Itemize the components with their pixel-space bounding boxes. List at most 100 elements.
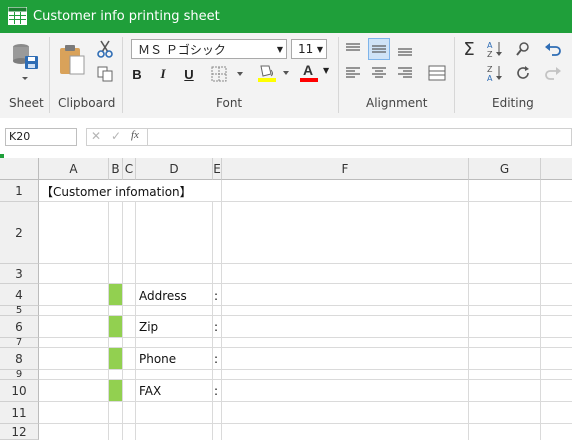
column-header-empty[interactable]	[541, 158, 572, 180]
group-label-alignment: Alignment	[366, 96, 428, 110]
group-label-editing: Editing	[492, 96, 534, 110]
column-header-g[interactable]: G	[469, 158, 541, 180]
font-name-value: ＭＳ Ｐゴシック	[138, 42, 226, 57]
gridline	[39, 401, 572, 402]
group-label-sheet: Sheet	[9, 96, 44, 110]
sigma-icon: Σ	[463, 38, 475, 60]
cell-d6[interactable]: Zip	[139, 320, 158, 334]
row-header-2[interactable]: 2	[0, 202, 39, 264]
find-button[interactable]	[512, 38, 534, 60]
row-header-8[interactable]: 8	[0, 348, 39, 370]
align-center-button[interactable]	[368, 62, 390, 84]
gridline	[212, 202, 213, 440]
spreadsheet-app-icon	[8, 7, 27, 25]
column-header-a[interactable]: A	[39, 158, 109, 180]
sort-descending-icon: Z A	[487, 65, 502, 82]
cell-e10[interactable]: :	[214, 384, 218, 398]
group-divider	[454, 37, 455, 113]
column-header-c[interactable]: C	[123, 158, 136, 180]
merge-cells-button[interactable]	[425, 62, 449, 84]
cell-a1[interactable]: 【Customer infomation】	[41, 183, 192, 200]
font-size-value: 11	[298, 42, 314, 56]
sort-ascending-button[interactable]: A Z	[484, 38, 506, 60]
row-header-10[interactable]: 10	[0, 380, 39, 402]
underline-label: U	[184, 66, 194, 82]
sort-descending-button[interactable]: Z A	[484, 62, 506, 84]
fill-color-button[interactable]	[254, 61, 292, 85]
cell-e6[interactable]: :	[214, 320, 218, 334]
autosum-button[interactable]: Σ	[458, 38, 480, 60]
underline-button[interactable]: U	[180, 64, 198, 84]
font-name-select[interactable]: ＭＳ Ｐゴシック ▼	[131, 39, 287, 59]
font-color-button[interactable]: A ▼	[296, 61, 334, 85]
row-header-6[interactable]: 6	[0, 316, 39, 338]
cell-d4[interactable]: Address	[139, 289, 187, 303]
redo-icon	[545, 67, 561, 80]
column-header-e[interactable]: E	[213, 158, 222, 180]
row-header-1[interactable]: 1	[0, 180, 39, 202]
cell-d8[interactable]: Phone	[139, 352, 176, 366]
align-center-icon	[372, 67, 386, 78]
sheet-button[interactable]	[8, 39, 44, 85]
gridline	[39, 423, 572, 424]
row-marker	[109, 284, 122, 305]
ribbon: Sheet Clipboard ＭＳ Ｐゴシック ▼ 11 ▼ B I U A …	[0, 33, 572, 119]
group-divider	[338, 37, 339, 113]
row-header-11[interactable]: 11	[0, 402, 39, 424]
align-bottom-button[interactable]	[394, 38, 416, 60]
svg-text:Z: Z	[487, 50, 493, 58]
undo-icon	[545, 43, 561, 56]
insert-function-icon[interactable]: fx	[131, 129, 139, 141]
align-top-icon	[346, 43, 360, 51]
align-bottom-icon	[398, 48, 412, 56]
align-middle-button[interactable]	[368, 38, 390, 60]
font-size-select[interactable]: 11 ▼	[291, 39, 327, 59]
group-label-clipboard: Clipboard	[58, 96, 116, 110]
cell-e4[interactable]: :	[214, 289, 218, 303]
refresh-icon	[517, 66, 529, 79]
gridline	[39, 369, 572, 370]
confirm-icon[interactable]: ✓	[111, 129, 121, 143]
select-all-corner[interactable]	[0, 158, 39, 180]
column-header-d[interactable]: D	[136, 158, 213, 180]
fill-color-swatch	[258, 78, 276, 82]
paste-button[interactable]	[55, 41, 89, 81]
formula-input[interactable]	[148, 128, 572, 146]
name-box[interactable]: K20	[5, 128, 77, 146]
search-icon	[516, 42, 529, 56]
spreadsheet-grid[interactable]: A B C D E F G 1 2 3 4 5 6 7 8 9 10 11 12…	[0, 154, 572, 440]
paste-icon	[60, 45, 85, 75]
align-right-button[interactable]	[394, 62, 416, 84]
group-divider	[49, 37, 50, 113]
cancel-icon[interactable]: ✕	[91, 129, 101, 143]
row-header-3[interactable]: 3	[0, 264, 39, 284]
cell-e8[interactable]: :	[214, 352, 218, 366]
align-left-button[interactable]	[342, 62, 364, 84]
align-top-button[interactable]	[342, 38, 364, 60]
row-header-12[interactable]: 12	[0, 424, 39, 440]
italic-button[interactable]: I	[154, 64, 172, 84]
bold-button[interactable]: B	[128, 64, 146, 84]
align-middle-icon	[372, 45, 386, 53]
row-header-7[interactable]: 7	[0, 337, 39, 348]
cut-button[interactable]	[95, 39, 115, 59]
fill-bucket-icon	[258, 65, 289, 82]
row-header-5[interactable]: 5	[0, 305, 39, 316]
refresh-button[interactable]	[512, 62, 534, 84]
undo-button[interactable]	[542, 38, 564, 60]
column-header-f[interactable]: F	[222, 158, 469, 180]
redo-button[interactable]	[542, 62, 564, 84]
cell-d10[interactable]: FAX	[139, 384, 161, 398]
dropdown-arrow-icon: ▼	[316, 44, 324, 54]
borders-button[interactable]	[208, 64, 246, 84]
gridline	[39, 305, 572, 306]
group-label-font: Font	[216, 96, 243, 110]
row-header-9[interactable]: 9	[0, 369, 39, 380]
row-header-4[interactable]: 4	[0, 284, 39, 306]
svg-text:A: A	[487, 74, 493, 82]
gridline	[468, 180, 469, 440]
row-marker	[109, 380, 122, 401]
gridline	[39, 263, 572, 264]
copy-button[interactable]	[95, 64, 115, 84]
column-header-b[interactable]: B	[109, 158, 123, 180]
